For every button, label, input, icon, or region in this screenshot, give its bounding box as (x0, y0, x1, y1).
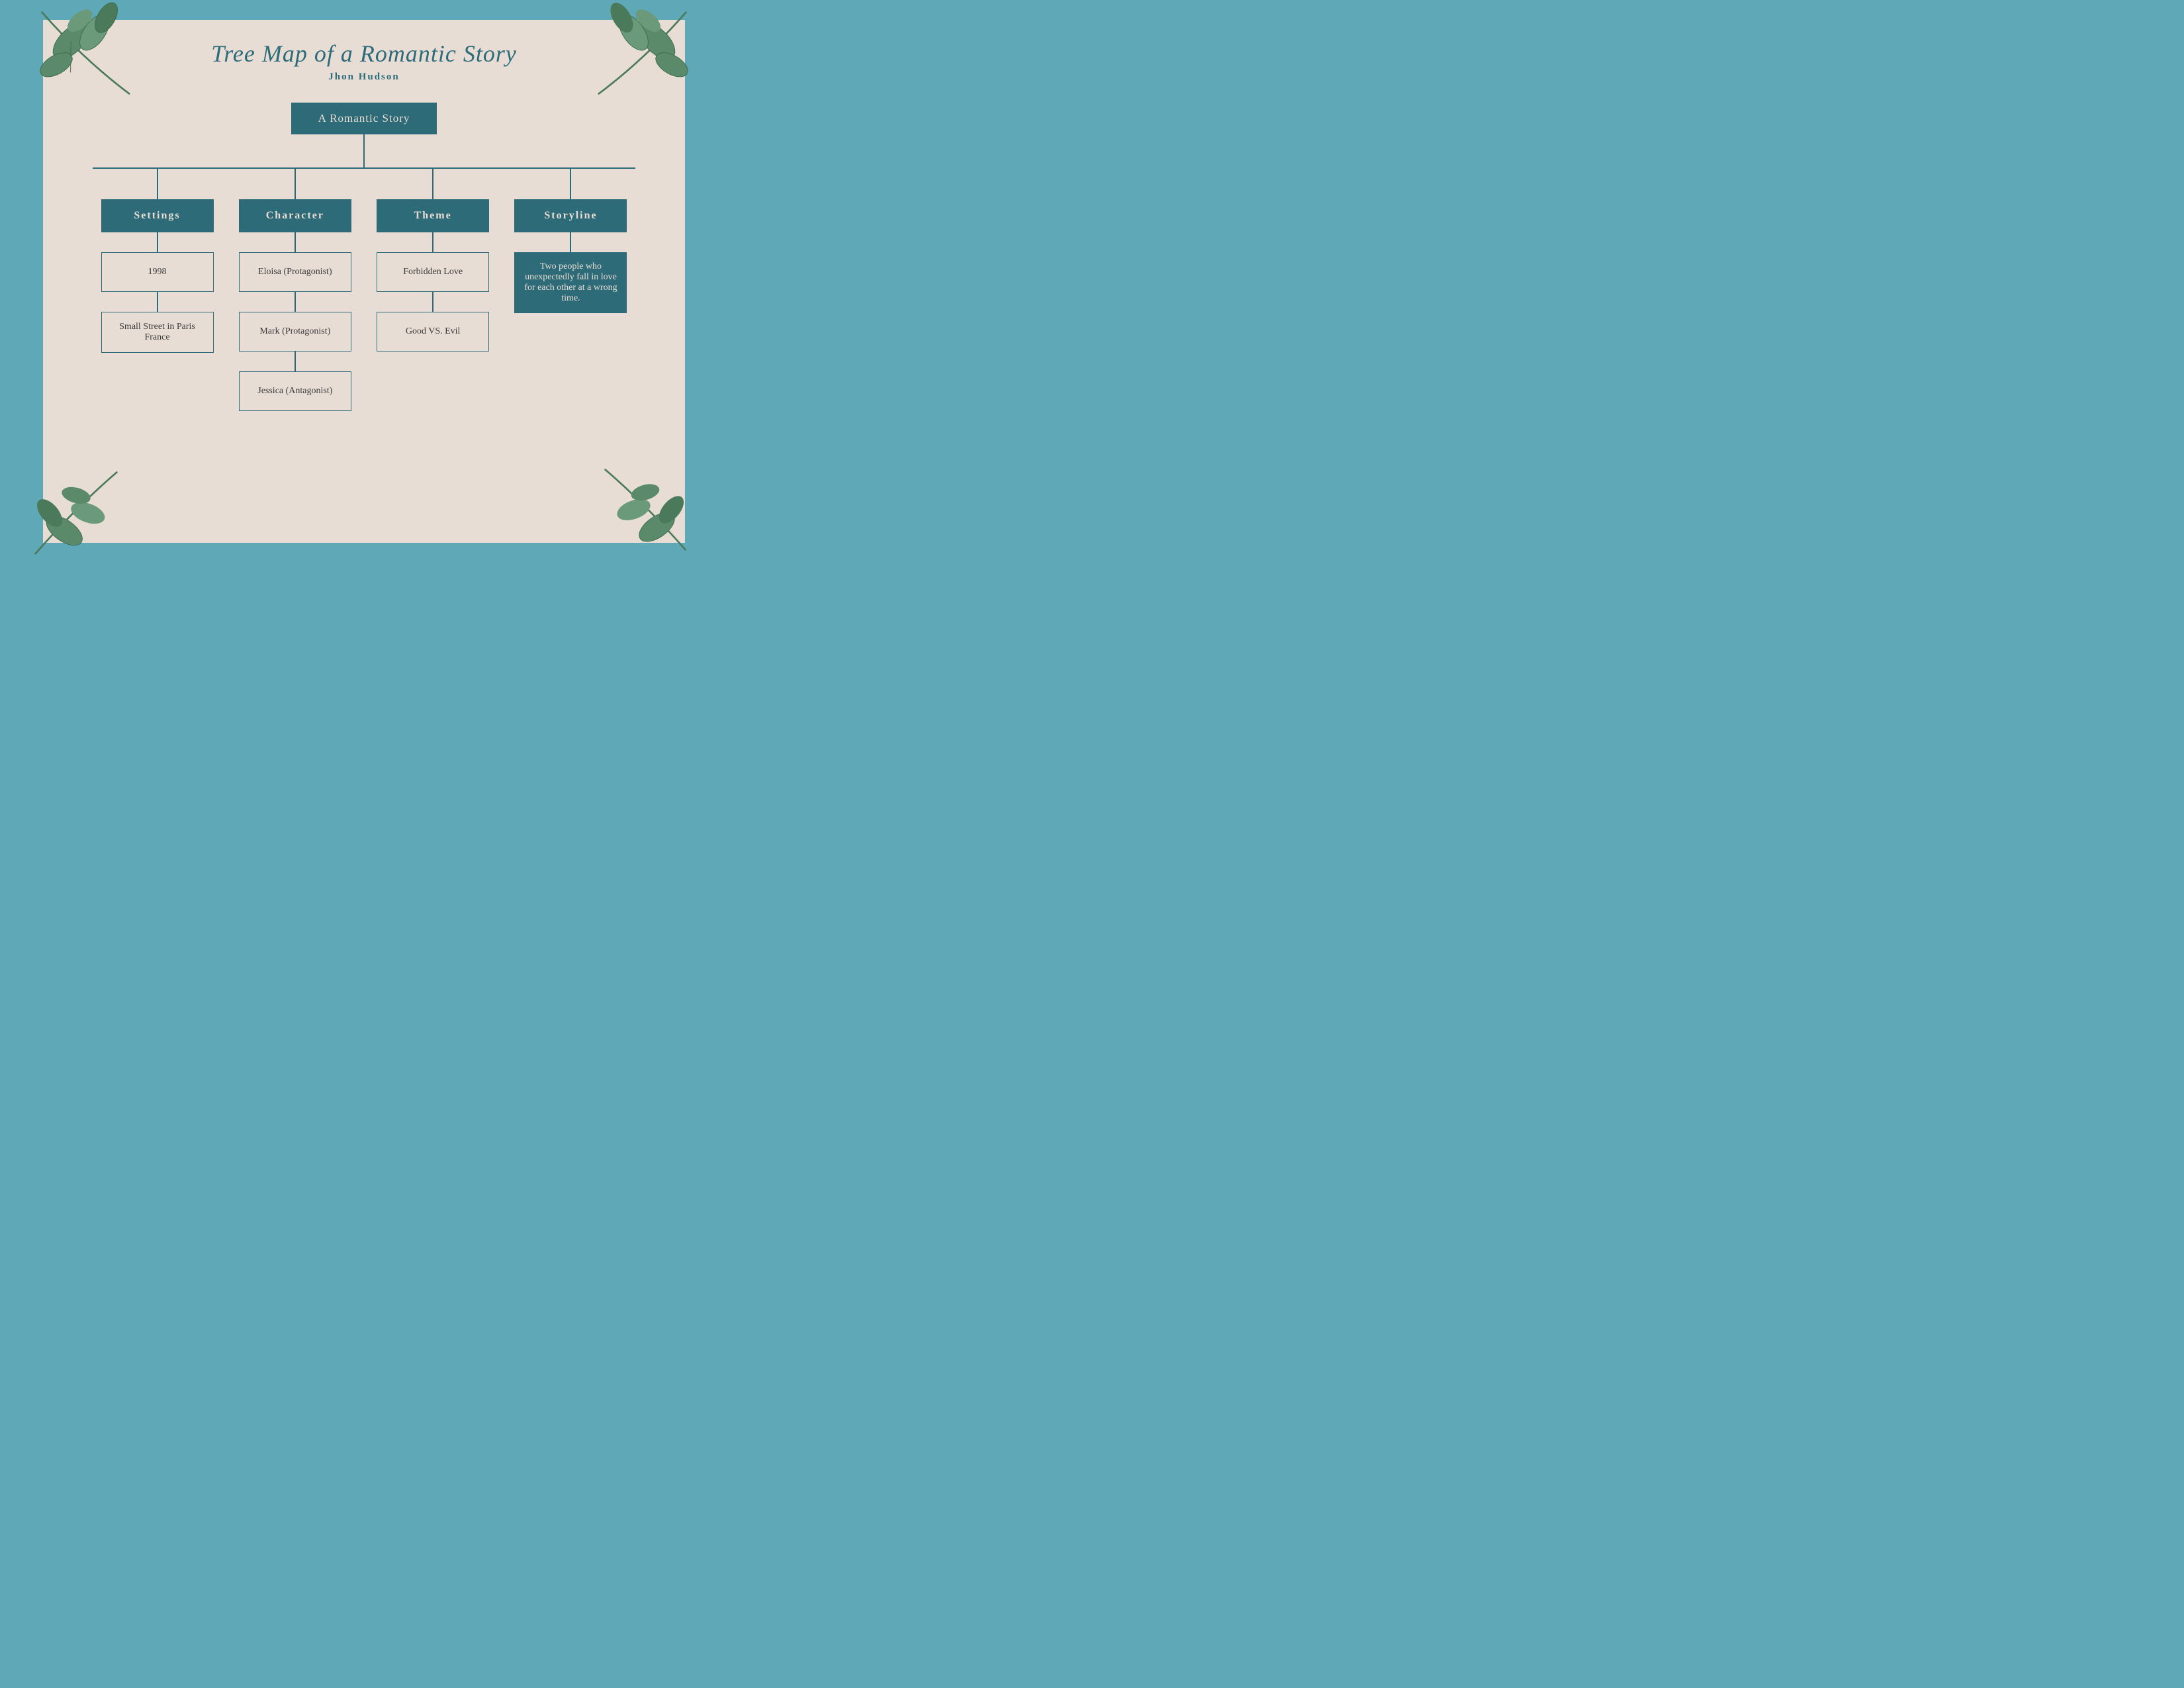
sub-node-char-1: Mark (Protagonist) (239, 312, 351, 352)
sub-conn-char-2 (295, 352, 296, 371)
sub-node-theme-0: Forbidden Love (377, 252, 489, 292)
sub-items-theme: Forbidden Love Good VS. Evil (377, 232, 489, 352)
leaf-bottom-left (23, 463, 129, 563)
main-card: Tree Map of a Romantic Story Jhon Hudson… (43, 20, 685, 543)
page-subtitle: Jhon Hudson (69, 71, 659, 83)
sub-node-settings-1: Small Street in Paris France (101, 312, 214, 353)
sub-node-settings-0: 1998 (101, 252, 214, 292)
sub-conn-char-1 (295, 292, 296, 312)
col-storyline: Storyline Two people who unexpectedly fa… (506, 169, 635, 313)
root-connector (363, 134, 365, 167)
sub-node-story-0: Two people who unexpectedly fall in love… (514, 252, 627, 313)
header: Tree Map of a Romantic Story Jhon Hudson (69, 40, 659, 83)
horizontal-line (93, 167, 635, 169)
tree-diagram: A Romantic Story Settings 1998 Small Str… (69, 103, 659, 411)
sub-conn-theme-0 (432, 232, 433, 252)
sub-conn-settings-1 (157, 292, 158, 312)
sub-conn-theme-1 (432, 292, 433, 312)
vert-line-theme (432, 169, 433, 199)
cat-theme: Theme (377, 199, 489, 232)
vert-line-storyline (570, 169, 571, 199)
col-theme: Theme Forbidden Love Good VS. Evil (369, 169, 498, 352)
sub-items-character: Eloisa (Protagonist) Mark (Protagonist) … (239, 232, 351, 411)
sub-node-char-2: Jessica (Antagonist) (239, 371, 351, 411)
col-character: Character Eloisa (Protagonist) Mark (Pro… (230, 169, 359, 411)
vert-line-character (295, 169, 296, 199)
sub-items-settings: 1998 Small Street in Paris France (101, 232, 214, 353)
sub-node-theme-1: Good VS. Evil (377, 312, 489, 352)
sub-node-char-0: Eloisa (Protagonist) (239, 252, 351, 292)
cat-settings: Settings (101, 199, 214, 232)
leaf-bottom-right (592, 463, 698, 556)
columns-container: Settings 1998 Small Street in Paris Fran… (93, 169, 635, 411)
sub-items-storyline: Two people who unexpectedly fall in love… (514, 232, 627, 313)
cat-character: Character (239, 199, 351, 232)
col-settings: Settings 1998 Small Street in Paris Fran… (93, 169, 222, 353)
root-node: A Romantic Story (291, 103, 437, 134)
cat-storyline: Storyline (514, 199, 627, 232)
sub-conn-settings-0 (157, 232, 158, 252)
sub-conn-story-0 (570, 232, 571, 252)
page-title: Tree Map of a Romantic Story (69, 40, 659, 68)
sub-conn-char-0 (295, 232, 296, 252)
vert-line-settings (157, 169, 158, 199)
